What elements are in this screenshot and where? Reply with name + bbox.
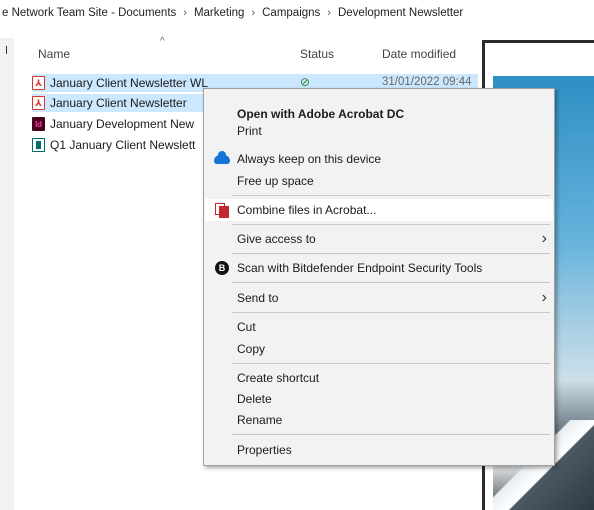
- menu-separator: [232, 224, 550, 225]
- file-name: Q1 January Client Newslett: [50, 138, 196, 152]
- breadcrumb-item-documents[interactable]: e Network Team Site - Documents: [2, 7, 176, 19]
- navigation-pane-edge: [0, 38, 14, 510]
- menu-item-cut[interactable]: Cut: [205, 316, 553, 338]
- menu-separator: [232, 312, 550, 313]
- menu-separator: [232, 253, 550, 254]
- publisher-file-icon: [32, 138, 45, 152]
- menu-separator: [232, 434, 550, 435]
- pane-splitter-tick: [6, 46, 7, 54]
- menu-separator: [232, 282, 550, 283]
- breadcrumb-item-development-newsletter[interactable]: Development Newsletter: [338, 7, 463, 19]
- breadcrumb-item-marketing[interactable]: Marketing: [194, 7, 245, 19]
- menu-item-scan-bitdefender[interactable]: B Scan with Bitdefender Endpoint Securit…: [205, 257, 553, 279]
- breadcrumb-item-campaigns[interactable]: Campaigns: [262, 7, 320, 19]
- submenu-chevron-icon: ›: [541, 230, 547, 247]
- column-header-name[interactable]: Name: [38, 47, 70, 61]
- column-header-row: ^ Name Status Date modified: [14, 36, 480, 68]
- pdf-file-icon: ⅄: [32, 96, 45, 110]
- menu-item-combine-files[interactable]: Combine files in Acrobat...: [205, 199, 553, 221]
- menu-item-print[interactable]: Print: [205, 120, 553, 142]
- sort-ascending-icon: ^: [160, 36, 165, 47]
- context-menu: Open with Adobe Acrobat DC Print Always …: [203, 88, 555, 466]
- submenu-chevron-icon: ›: [541, 289, 547, 306]
- file-name: January Client Newsletter WL: [50, 76, 209, 90]
- menu-separator: [232, 195, 550, 196]
- file-date-modified: 31/01/2022 09:44: [382, 76, 472, 88]
- file-row[interactable]: ⅄ January Client Newsletter: [32, 94, 204, 112]
- sync-status-icon: ⊘: [300, 75, 311, 89]
- menu-item-free-up-space[interactable]: Free up space: [205, 170, 553, 192]
- menu-item-create-shortcut[interactable]: Create shortcut: [205, 367, 553, 389]
- menu-separator: [232, 363, 550, 364]
- menu-item-always-keep[interactable]: Always keep on this device: [205, 148, 553, 170]
- file-name: January Client Newsletter: [50, 96, 187, 110]
- breadcrumb-separator-icon: ›: [251, 7, 256, 19]
- pdf-file-icon: ⅄: [32, 76, 45, 90]
- acrobat-combine-icon: [213, 201, 231, 219]
- menu-item-send-to[interactable]: Send to ›: [205, 287, 553, 309]
- file-row[interactable]: Q1 January Client Newslett: [32, 136, 204, 154]
- indesign-file-icon: Id: [32, 117, 45, 131]
- breadcrumb: e Network Team Site - Documents › Market…: [0, 0, 594, 26]
- column-header-status[interactable]: Status: [300, 47, 334, 61]
- menu-item-give-access-to[interactable]: Give access to ›: [205, 228, 553, 250]
- file-name: January Development New: [50, 117, 195, 131]
- menu-item-delete[interactable]: Delete: [205, 388, 553, 410]
- breadcrumb-separator-icon: ›: [183, 7, 187, 19]
- column-header-date-modified[interactable]: Date modified: [382, 47, 456, 61]
- breadcrumb-separator-icon: ›: [327, 7, 331, 19]
- onedrive-cloud-icon: [213, 150, 231, 168]
- menu-item-rename[interactable]: Rename: [205, 409, 553, 431]
- bitdefender-icon: B: [213, 259, 231, 277]
- menu-item-properties[interactable]: Properties: [205, 439, 553, 461]
- file-row[interactable]: Id January Development New: [32, 115, 204, 133]
- menu-item-copy[interactable]: Copy: [205, 338, 553, 360]
